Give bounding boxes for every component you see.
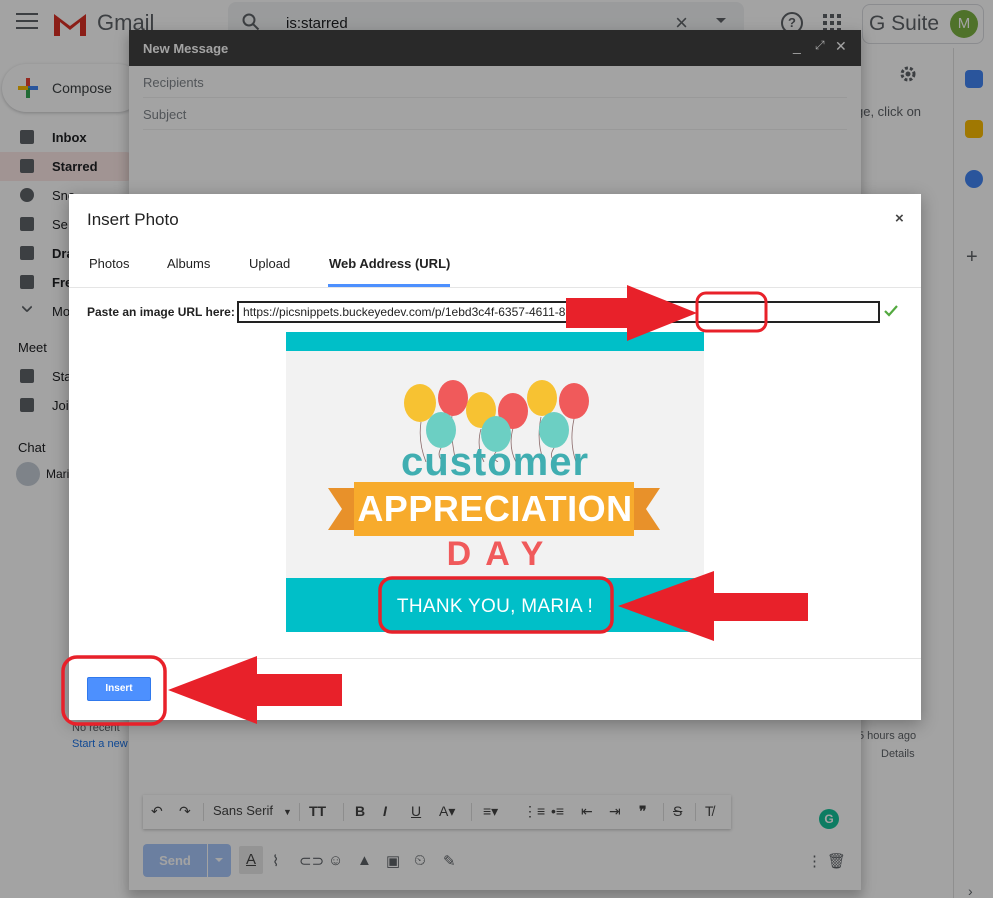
card-appreciation-text: APPRECIATION — [357, 488, 633, 529]
url-field-label: Paste an image URL here: — [87, 305, 235, 319]
tab-photos[interactable]: Photos — [89, 256, 129, 271]
close-dialog-icon[interactable]: × — [895, 210, 904, 227]
dialog-title: Insert Photo — [87, 210, 179, 229]
tab-divider — [69, 287, 921, 288]
card-customer-text: customer — [400, 440, 590, 484]
tab-web-address[interactable]: Web Address (URL) — [329, 256, 450, 271]
dialog-footer-divider — [69, 658, 921, 659]
card-top-band — [286, 332, 704, 351]
card-day-text: DAY — [446, 535, 558, 573]
tab-upload[interactable]: Upload — [249, 256, 290, 271]
image-preview: customer APPRECIATION DAY THANK YOU, MAR… — [286, 332, 704, 632]
check-icon — [884, 305, 898, 317]
insert-button[interactable]: Insert — [87, 677, 151, 701]
card-thanks-text: THANK YOU, MARIA ! — [396, 596, 594, 617]
tab-albums[interactable]: Albums — [167, 256, 210, 271]
image-url-input[interactable] — [237, 301, 880, 323]
